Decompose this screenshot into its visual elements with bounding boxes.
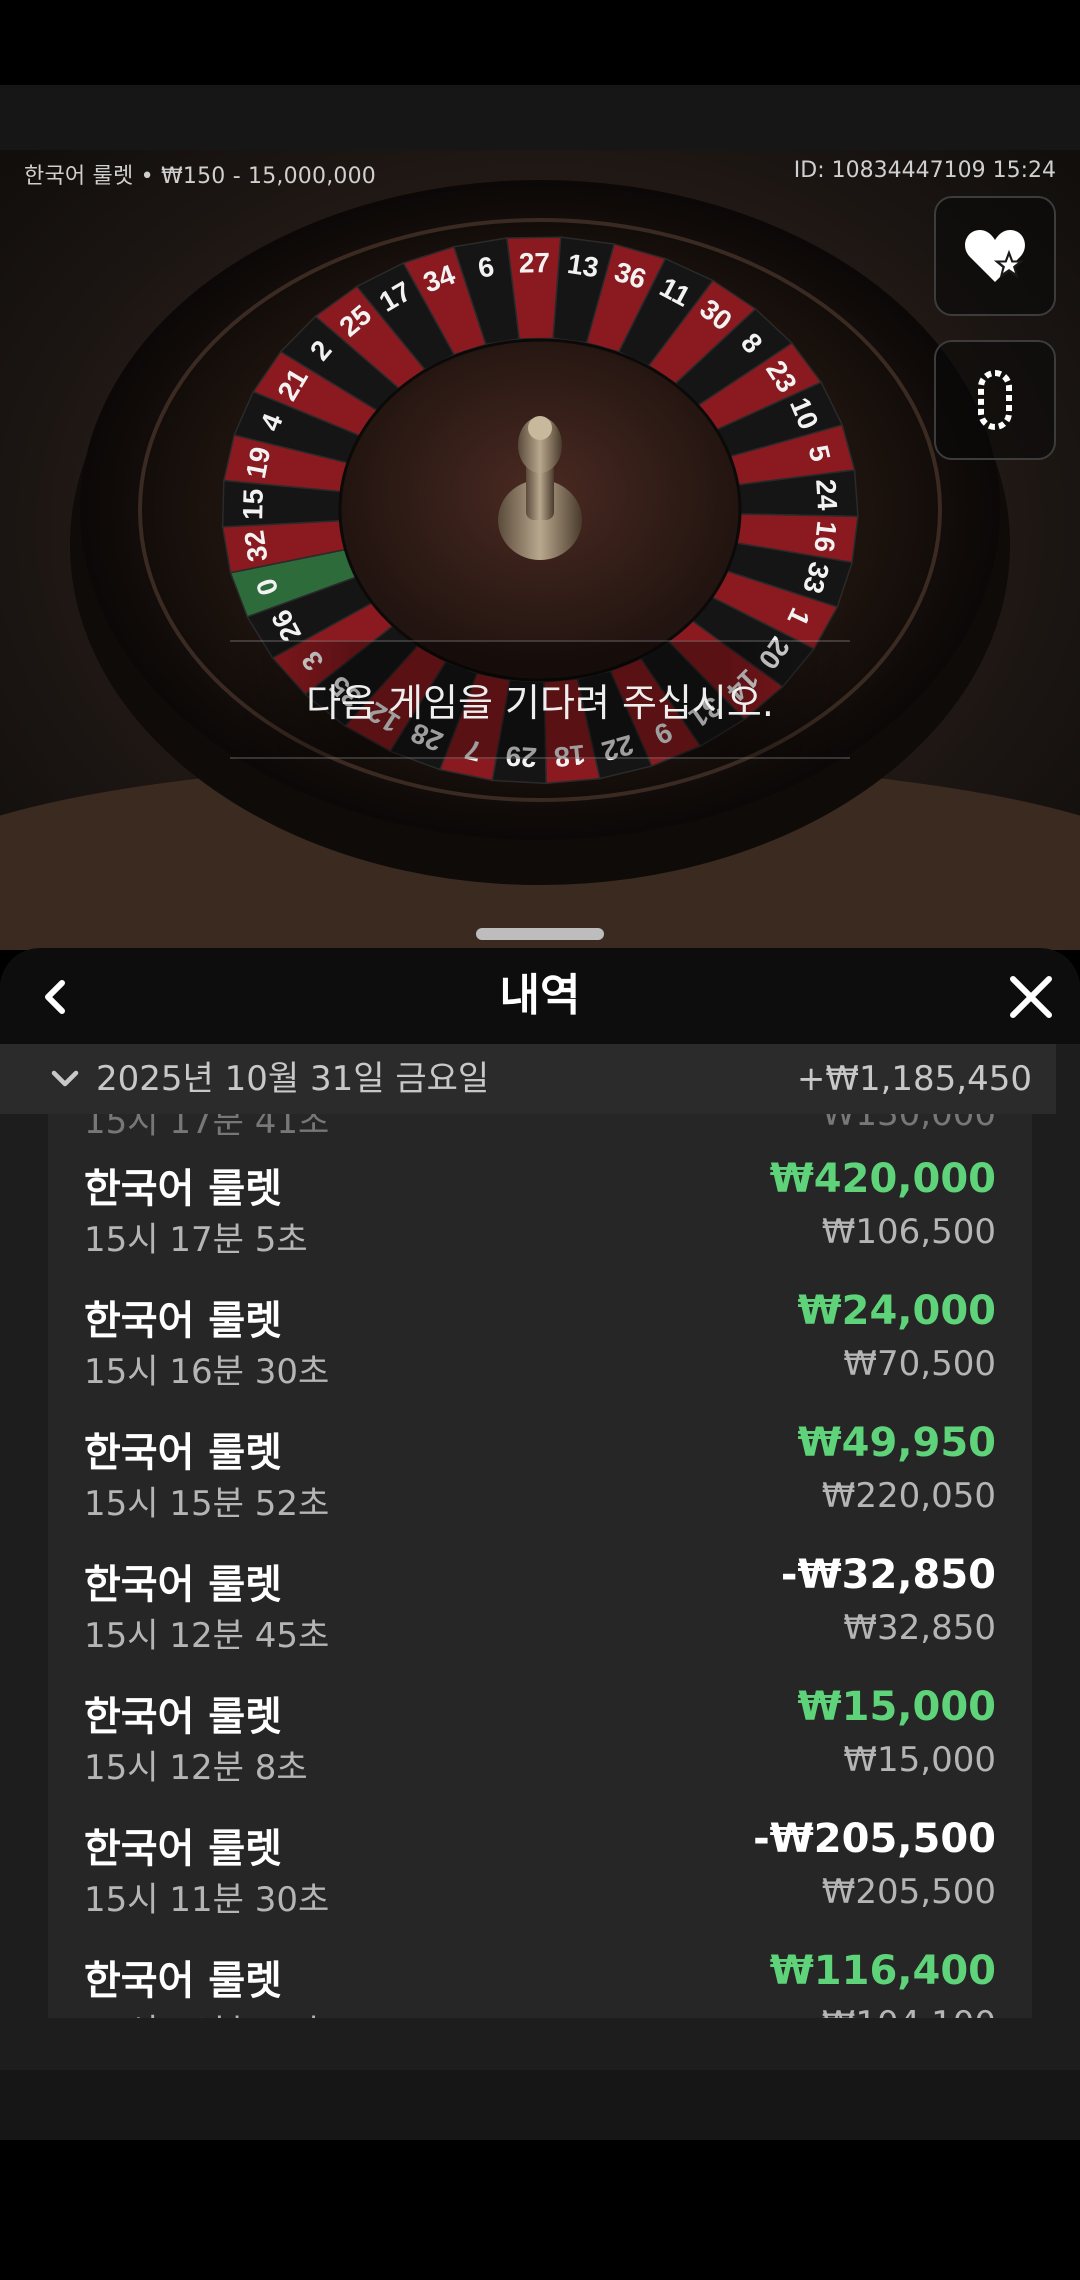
list-item-game-name: 한국어 룰렛 xyxy=(84,1430,282,1476)
back-button[interactable] xyxy=(30,972,80,1022)
list-item-game-name: 한국어 룰렛 xyxy=(84,1166,282,1212)
list-item[interactable]: 한국어 룰렛 15시 12분 8초 ₩15,000 ₩15,000 xyxy=(84,1656,996,1788)
list-item-time: 15시 12분 45초 xyxy=(84,1616,330,1656)
roulette-video-stage: 0 32 15 19 4 21 2 25 17 34 6 27 13 36 11 30 8 23 10 5 24 16 33… xyxy=(0,150,1080,950)
list-item-time: 15시 10분 53초 xyxy=(84,2004,329,2018)
list-item-time: 15시 15분 52초 xyxy=(84,1484,330,1524)
list-item-amount: ₩420,000 xyxy=(769,1156,996,1202)
round-id-label: ID: 10834447109 15:24 xyxy=(793,158,1056,183)
list-item-game-name: 한국어 룰렛 xyxy=(84,1298,282,1344)
list-item-game-name: 한국어 룰렛 xyxy=(84,1562,282,1608)
history-sheet: 내역 2025년 10월 31일 금요일 +₩1,185,450 15시 17분… xyxy=(0,948,1080,2070)
list-item[interactable]: 한국어 룰렛 15시 12분 45초 -₩32,850 ₩32,850 xyxy=(84,1524,996,1656)
status-bar xyxy=(0,0,1080,85)
roulette-wheel: 032151942122517 34 6 27 13 36 1130823105241633… xyxy=(70,180,1010,885)
list-item-time: 15시 11분 30초 xyxy=(84,1880,330,1920)
wheel-number: 13 xyxy=(565,248,600,283)
list-item-time: 15시 12분 8초 xyxy=(84,1748,308,1788)
list-item-game-name: 한국어 룰렛 xyxy=(84,1694,282,1740)
list-item-amount: -₩32,850 xyxy=(780,1552,996,1598)
list-item-amount: -₩205,500 xyxy=(753,1816,996,1862)
wheel-number: 16 xyxy=(808,519,842,553)
date-label: 2025년 10월 31일 금요일 xyxy=(96,1059,490,1099)
list-item-time: 15시 16분 30초 xyxy=(84,1352,330,1392)
chip-button[interactable] xyxy=(934,340,1056,460)
wait-message-banner: 다음 게임을 기다려 주십시오. xyxy=(230,640,850,759)
list-item-amount: ₩49,950 xyxy=(797,1420,996,1466)
list-item-time: 15시 17분 5초 xyxy=(84,1220,308,1260)
list-item-game-name: 한국어 룰렛 xyxy=(84,1958,282,2004)
history-list[interactable]: 15시 17분 41초 ₩130,000 한국어 룰렛 15시 17분 5초 ₩42… xyxy=(48,1114,1032,2018)
list-item-amount: ₩116,400 xyxy=(769,1948,996,1994)
list-item[interactable]: 한국어 룰렛 15시 17분 5초 ₩420,000 ₩106,500 xyxy=(84,1128,996,1260)
list-item-amount: ₩24,000 xyxy=(797,1288,996,1334)
date-group-header[interactable]: 2025년 10월 31일 금요일 +₩1,185,450 xyxy=(0,1044,1056,1114)
close-button[interactable] xyxy=(1006,972,1056,1022)
chevron-left-icon xyxy=(45,980,65,1014)
bottom-strip xyxy=(0,2070,1080,2140)
partial-row: 15시 17분 41초 ₩130,000 xyxy=(84,1114,996,1142)
chevron-down-icon xyxy=(51,1070,79,1087)
list-item-bet: ₩32,850 xyxy=(843,1608,996,1648)
game-top-strip xyxy=(0,85,1080,150)
list-item-bet: ₩106,500 xyxy=(821,1212,996,1252)
list-item[interactable]: 한국어 룰렛 15시 11분 30초 -₩205,500 ₩205,500 xyxy=(84,1788,996,1920)
list-item[interactable]: 한국어 룰렛 15시 15분 52초 ₩49,950 ₩220,050 xyxy=(84,1392,996,1524)
favorite-button[interactable] xyxy=(934,196,1056,316)
chip-icon xyxy=(978,370,1012,430)
wheel-number: 15 xyxy=(237,488,269,520)
sheet-title: 내역 xyxy=(499,970,581,1021)
wheel-number: 19 xyxy=(240,444,276,481)
list-item-bet: ₩70,500 xyxy=(843,1344,996,1384)
close-icon xyxy=(1010,976,1052,1018)
list-item-game-name: 한국어 룰렛 xyxy=(84,1826,282,1872)
table-limits-label: 한국어 룰렛 • ₩150 - 15,000,000 xyxy=(24,164,376,189)
list-item[interactable]: 한국어 룰렛 15시 16분 30초 ₩24,000 ₩70,500 xyxy=(84,1260,996,1392)
date-total: +₩1,185,450 xyxy=(796,1059,1032,1099)
list-item-bet: ₩104,100 xyxy=(822,2004,996,2018)
heart-star-icon xyxy=(965,230,1025,282)
list-item-bet: ₩15,000 xyxy=(843,1740,996,1780)
list-item-bet: ₩205,500 xyxy=(821,1872,996,1912)
sheet-drag-handle[interactable] xyxy=(476,928,604,940)
wheel-number: 27 xyxy=(519,247,551,279)
list-item-amount: ₩15,000 xyxy=(797,1684,996,1730)
list-item[interactable]: 한국어 룰렛15시 10분 53초 ₩116,400 ₩104,100 xyxy=(84,1920,996,2018)
wheel-number: 32 xyxy=(238,528,273,563)
wheel-number: 24 xyxy=(810,478,843,511)
list-item-bet: ₩220,050 xyxy=(821,1476,996,1516)
system-nav-bar xyxy=(0,2140,1080,2280)
